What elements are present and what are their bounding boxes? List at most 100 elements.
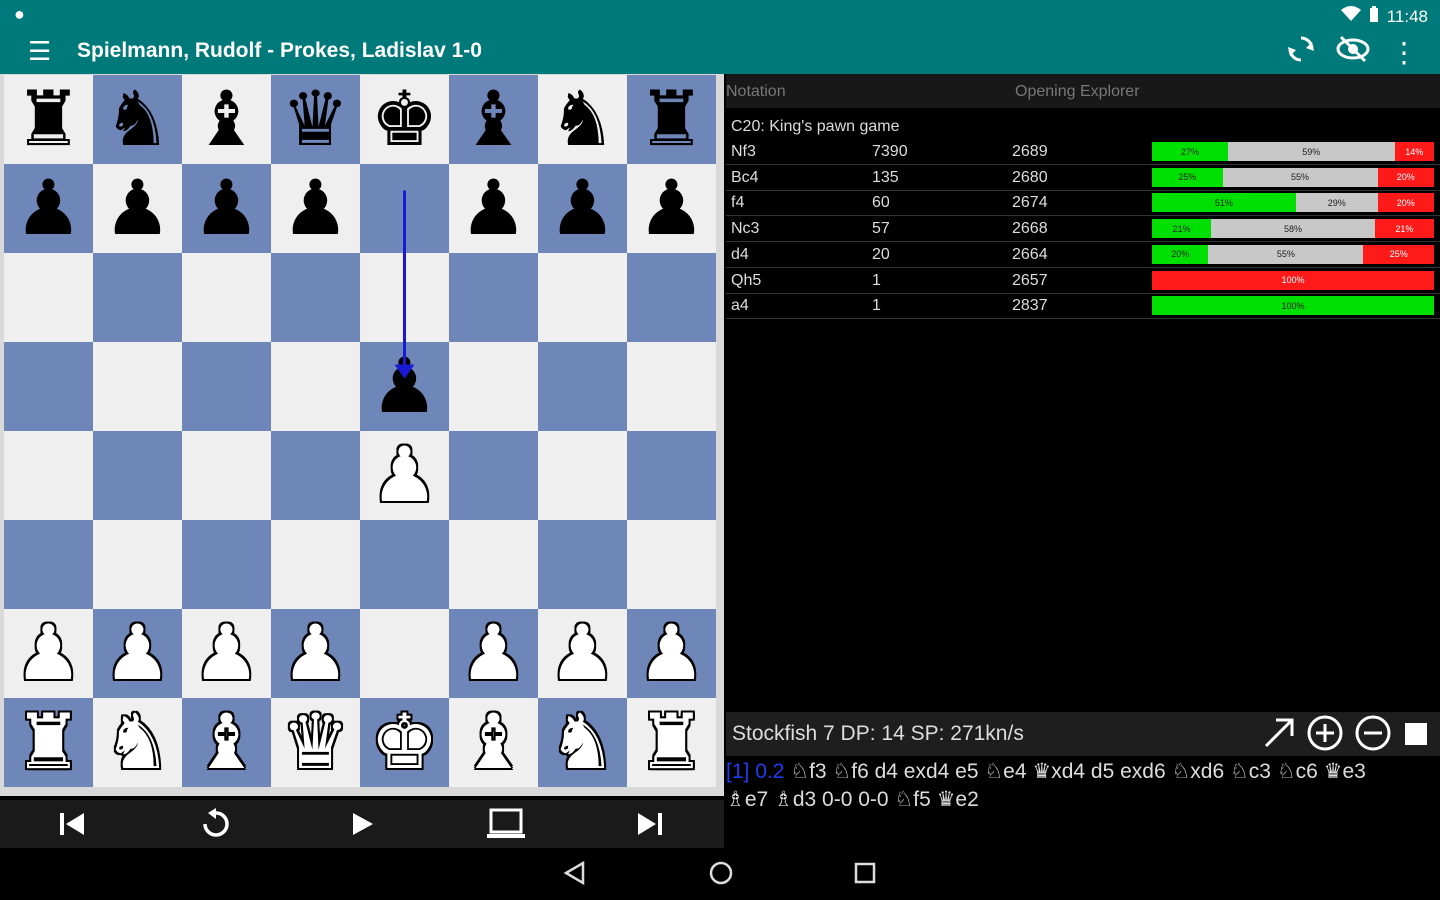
square-b6[interactable] [93,253,182,342]
square-e1[interactable]: ♚ [360,698,449,787]
square-g5[interactable] [538,342,627,431]
square-h5[interactable] [627,342,716,431]
square-d6[interactable] [271,253,360,342]
square-g2[interactable]: ♟ [538,609,627,698]
white-knight-piece[interactable]: ♞ [103,704,171,781]
square-b3[interactable] [93,520,182,609]
black-pawn-piece[interactable]: ♟ [14,170,82,247]
square-g7[interactable]: ♟ [538,164,627,253]
black-pawn-piece[interactable]: ♟ [459,170,527,247]
square-a3[interactable] [4,520,93,609]
square-h1[interactable]: ♜ [627,698,716,787]
square-d4[interactable] [271,431,360,520]
black-pawn-piece[interactable]: ♟ [637,170,705,247]
square-b2[interactable]: ♟ [93,609,182,698]
hide-icon[interactable] [1336,34,1370,71]
white-pawn-piece[interactable]: ♟ [103,615,171,692]
square-f5[interactable] [449,342,538,431]
explorer-row[interactable]: f4 60 2674 51% 29% 20% [726,191,1440,217]
square-e3[interactable] [360,520,449,609]
white-pawn-piece[interactable]: ♟ [281,615,349,692]
square-g4[interactable] [538,431,627,520]
recents-icon[interactable] [853,861,877,892]
square-g6[interactable] [538,253,627,342]
arrow-up-right-icon[interactable] [1262,716,1296,759]
black-rook-piece[interactable]: ♜ [14,81,82,158]
white-bishop-piece[interactable]: ♝ [192,704,260,781]
white-pawn-piece[interactable]: ♟ [459,615,527,692]
square-f2[interactable]: ♟ [449,609,538,698]
square-b4[interactable] [93,431,182,520]
white-pawn-piece[interactable]: ♟ [192,615,260,692]
square-h8[interactable]: ♜ [627,75,716,164]
square-a4[interactable] [4,431,93,520]
white-rook-piece[interactable]: ♜ [14,704,82,781]
black-pawn-piece[interactable]: ♟ [192,170,260,247]
explorer-row[interactable]: Nf3 7390 2689 27% 59% 14% [726,140,1440,165]
square-g8[interactable]: ♞ [538,75,627,164]
square-e5[interactable]: ♟ [360,342,449,431]
back-icon[interactable] [563,860,587,893]
square-a1[interactable]: ♜ [4,698,93,787]
square-c6[interactable] [182,253,271,342]
square-c4[interactable] [182,431,271,520]
black-queen-piece[interactable]: ♛ [281,81,349,158]
square-d3[interactable] [271,520,360,609]
explorer-row[interactable]: Bc4 135 2680 25% 55% 20% [726,166,1440,191]
square-e6[interactable] [360,253,449,342]
undo-icon[interactable] [186,804,246,844]
square-c1[interactable]: ♝ [182,698,271,787]
square-h6[interactable] [627,253,716,342]
square-h7[interactable]: ♟ [627,164,716,253]
square-c8[interactable]: ♝ [182,75,271,164]
play-icon[interactable] [333,804,393,844]
minus-circle-icon[interactable] [1354,714,1392,761]
black-rook-piece[interactable]: ♜ [637,81,705,158]
tab-opening-explorer[interactable]: Opening Explorer [1015,83,1140,101]
square-a2[interactable]: ♟ [4,609,93,698]
black-knight-piece[interactable]: ♞ [548,81,616,158]
square-d8[interactable]: ♛ [271,75,360,164]
square-c5[interactable] [182,342,271,431]
black-knight-piece[interactable]: ♞ [103,81,171,158]
square-a7[interactable]: ♟ [4,164,93,253]
menu-icon[interactable]: ☰ [28,38,51,64]
square-e7[interactable] [360,164,449,253]
square-d1[interactable]: ♛ [271,698,360,787]
white-king-piece[interactable]: ♚ [370,704,438,781]
tab-notation[interactable]: Notation [726,83,786,101]
square-h3[interactable] [627,520,716,609]
square-f1[interactable]: ♝ [449,698,538,787]
white-bishop-piece[interactable]: ♝ [459,704,527,781]
white-pawn-piece[interactable]: ♟ [637,615,705,692]
white-pawn-piece[interactable]: ♟ [548,615,616,692]
square-a6[interactable] [4,253,93,342]
square-b7[interactable]: ♟ [93,164,182,253]
white-knight-piece[interactable]: ♞ [548,704,616,781]
stop-icon[interactable] [1402,718,1430,757]
black-pawn-piece[interactable]: ♟ [370,348,438,425]
square-d5[interactable] [271,342,360,431]
square-f3[interactable] [449,520,538,609]
black-bishop-piece[interactable]: ♝ [459,81,527,158]
square-f6[interactable] [449,253,538,342]
square-a8[interactable]: ♜ [4,75,93,164]
square-e2[interactable] [360,609,449,698]
square-h4[interactable] [627,431,716,520]
black-pawn-piece[interactable]: ♟ [103,170,171,247]
square-b5[interactable] [93,342,182,431]
square-c7[interactable]: ♟ [182,164,271,253]
explorer-row[interactable]: d4 20 2664 20% 55% 25% [726,243,1440,268]
square-e8[interactable]: ♚ [360,75,449,164]
white-pawn-piece[interactable]: ♟ [14,615,82,692]
white-queen-piece[interactable]: ♛ [281,704,349,781]
skip-to-start-icon[interactable] [42,804,102,844]
white-pawn-piece[interactable]: ♟ [370,437,438,514]
overflow-menu-icon[interactable]: ⋮ [1390,36,1418,69]
plus-circle-icon[interactable] [1306,714,1344,761]
square-f8[interactable]: ♝ [449,75,538,164]
square-g1[interactable]: ♞ [538,698,627,787]
chess-board[interactable]: ♜ ♞ ♝ ♛ ♚ ♝ ♞ ♜ ♟ ♟ ♟ ♟ ♟ ♟ ♟ ♟ ♟ ♟ ♟ ♟ ♟ ♟ ♟ ♟ ♜ ♞ ♝ ♛ ♚ ♝ ♞ ♜ [0,74,724,796]
black-pawn-piece[interactable]: ♟ [548,170,616,247]
flip-board-icon[interactable] [1286,34,1316,71]
